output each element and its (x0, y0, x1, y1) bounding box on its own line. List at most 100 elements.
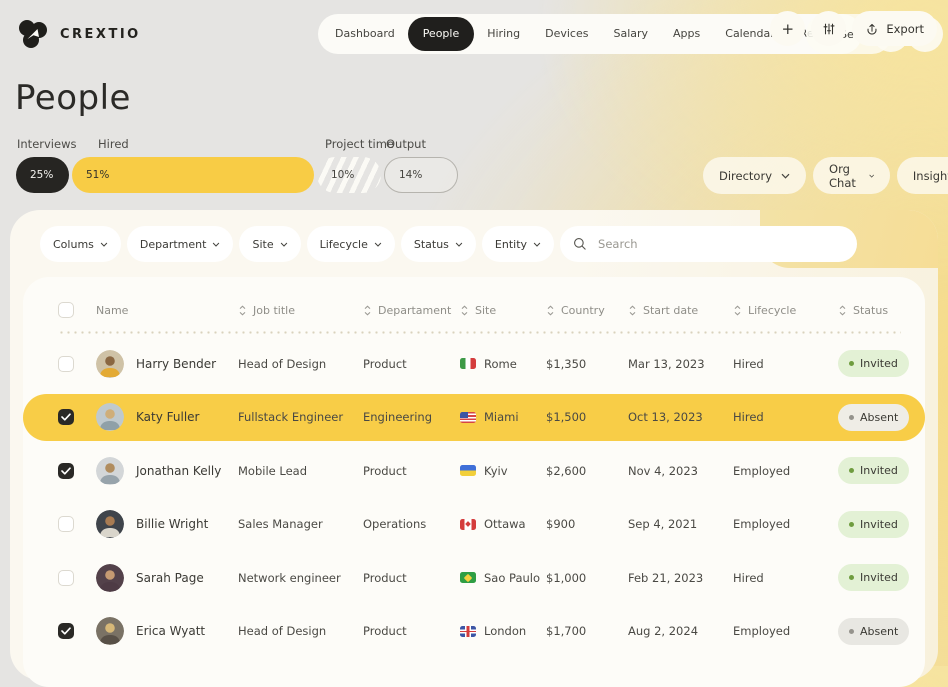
table-row[interactable]: Harry Bender Head of Design Product Rome… (58, 337, 909, 391)
chevron-down-icon (781, 173, 790, 179)
export-button[interactable]: Export (852, 11, 937, 46)
chevron-down-icon (533, 242, 541, 247)
employee-name: Sarah Page (136, 570, 204, 585)
status-dot-icon (849, 521, 854, 527)
column-country: Country (561, 303, 605, 317)
avatar (96, 349, 124, 378)
sort-icon[interactable] (363, 304, 372, 316)
department-cell: Operations (363, 517, 427, 532)
status-badge: Invited (838, 350, 909, 378)
filter-department[interactable]: Department (126, 226, 234, 262)
row-checkbox[interactable] (58, 569, 74, 586)
site-cell: Kyiv (484, 463, 508, 478)
lifecycle-cell: Hired (733, 570, 764, 585)
people-table: Name Job title Departament Site Country … (23, 277, 925, 687)
site-cell: Miami (484, 410, 519, 425)
stat-label-interviews: Interviews (17, 137, 77, 151)
filter-columns[interactable]: Colums (40, 226, 121, 262)
select-all-checkbox[interactable] (58, 302, 74, 318)
table-row[interactable]: Sarah Page Network engineer Product Sao … (58, 551, 909, 605)
ukraine-flag-icon (460, 465, 476, 477)
tab-salary[interactable]: Salary (601, 17, 660, 51)
job-title-cell: Fullstack Engineer (238, 410, 344, 425)
search-input[interactable] (596, 236, 845, 252)
tab-people[interactable]: People (407, 17, 475, 51)
lifecycle-cell: Employed (733, 463, 791, 478)
status-badge: Absent (838, 617, 910, 645)
check-icon (61, 627, 71, 635)
insights-button[interactable]: Insights (896, 157, 948, 194)
row-checkbox[interactable] (58, 462, 74, 479)
stat-label-hired: Hired (98, 137, 129, 151)
filter-site[interactable]: Site (239, 226, 301, 262)
department-cell: Product (363, 356, 407, 371)
status-badge: Absent (838, 403, 910, 431)
table-row[interactable]: Erica Wyatt Head of Design Product Londo… (58, 605, 910, 659)
job-title-cell: Network engineer (238, 570, 341, 585)
brand-logo[interactable]: CREXTIO (16, 17, 141, 51)
job-title-cell: Sales Manager (238, 517, 323, 532)
employee-name: Harry Bender (136, 356, 217, 371)
stat-pill-project-time: 10% (317, 157, 381, 193)
row-checkbox[interactable] (58, 409, 74, 426)
country-cell: $900 (546, 517, 576, 532)
employee-name: Jonathan Kelly (136, 463, 222, 478)
sort-icon[interactable] (838, 304, 847, 316)
employee-name: Billie Wright (136, 517, 209, 532)
check-icon (61, 467, 71, 475)
chevron-down-icon (374, 242, 382, 247)
column-start-date: Start date (643, 303, 699, 317)
chevron-down-icon (280, 242, 287, 247)
view-options-button[interactable] (811, 11, 847, 46)
stat-pill-output: 14% (384, 157, 458, 193)
brazil-flag-icon (460, 572, 476, 584)
brand-name: CREXTIO (60, 26, 141, 42)
job-title-cell: Mobile Lead (238, 463, 308, 478)
column-site: Site (475, 303, 497, 317)
employee-name: Katy Fuller (136, 410, 200, 425)
lifecycle-cell: Employed (733, 517, 791, 532)
tab-dashboard[interactable]: Dashboard (323, 17, 407, 51)
stat-pill-hired: 51% (72, 157, 314, 193)
department-cell: Product (363, 624, 407, 639)
start-date-cell: Oct 13, 2023 (628, 410, 703, 425)
avatar (96, 563, 124, 592)
sort-icon[interactable] (733, 304, 742, 316)
sort-icon[interactable] (460, 304, 469, 316)
filter-lifecycle[interactable]: Lifecycle (306, 226, 395, 262)
tab-devices[interactable]: Devices (533, 17, 600, 51)
status-dot-icon (849, 468, 854, 474)
page-title: People (15, 78, 131, 118)
export-icon (867, 23, 877, 34)
table-row[interactable]: Billie Wright Sales Manager Operations O… (58, 498, 909, 552)
employee-name: Erica Wyatt (136, 624, 206, 639)
department-cell: Product (363, 463, 407, 478)
sort-icon[interactable] (546, 304, 555, 316)
column-name: Name (96, 303, 129, 317)
country-cell: $1,000 (546, 570, 587, 585)
header-divider (58, 331, 901, 334)
row-checkbox[interactable] (58, 623, 74, 640)
status-badge: Invited (838, 564, 909, 592)
country-cell: $1,350 (546, 356, 587, 371)
row-checkbox[interactable] (58, 516, 74, 533)
lifecycle-cell: Hired (733, 356, 764, 371)
column-status: Status (853, 303, 889, 317)
column-lifecycle: Lifecycle (748, 303, 797, 317)
export-label: Export (886, 21, 924, 36)
table-row[interactable]: Jonathan Kelly Mobile Lead Product Kyiv … (58, 444, 909, 498)
site-cell: Ottawa (484, 517, 526, 532)
crextio-logo-icon (16, 17, 50, 51)
table-row[interactable]: Katy Fuller Fullstack Engineer Engineeri… (23, 393, 925, 441)
row-checkbox[interactable] (58, 355, 74, 372)
add-button[interactable]: + (770, 11, 806, 46)
filter-status[interactable]: Status (400, 226, 476, 262)
tab-hiring[interactable]: Hiring (475, 17, 532, 51)
filter-entity[interactable]: Entity (481, 226, 555, 262)
sort-icon[interactable] (238, 304, 247, 316)
stat-pill-interviews: 25% (16, 157, 69, 193)
directory-button[interactable]: Directory (703, 157, 807, 194)
org-chat-button[interactable]: Org Chat (813, 157, 890, 194)
sort-icon[interactable] (628, 304, 637, 316)
tab-apps[interactable]: Apps (661, 17, 712, 51)
